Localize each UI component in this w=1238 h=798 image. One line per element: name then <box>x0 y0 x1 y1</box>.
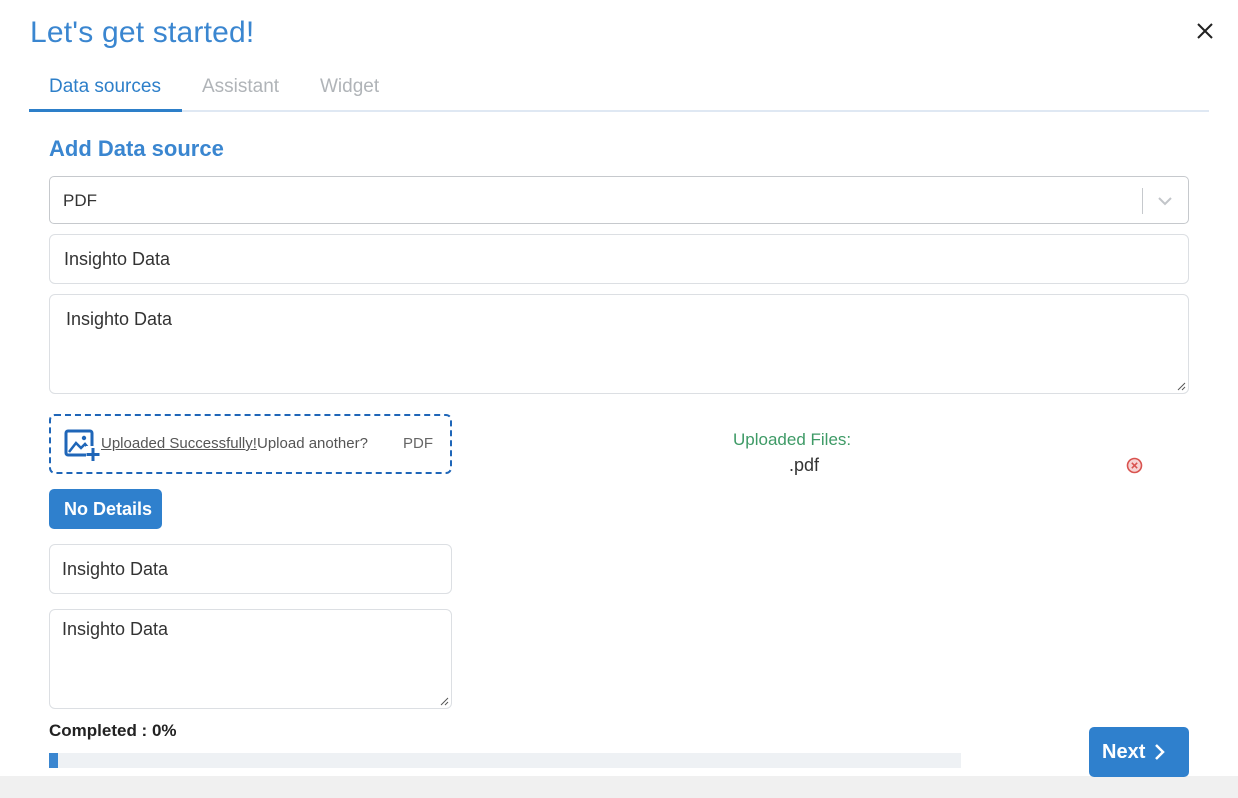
next-button-label: Next <box>1102 741 1146 763</box>
remove-file-icon[interactable] <box>1126 457 1143 474</box>
progress-label: Completed : 0% <box>49 721 177 740</box>
description-textarea-value: Insighto Data <box>66 309 173 329</box>
name-input-value: Insighto Data <box>64 249 171 269</box>
no-details-button-label: No Details <box>64 499 153 519</box>
chevron-right-icon <box>1155 744 1165 760</box>
uploaded-file-name: .pdf <box>789 455 820 475</box>
modal-title: Let's get started! <box>30 16 255 49</box>
select-separator <box>1142 188 1143 214</box>
chevron-down-icon[interactable] <box>1156 192 1174 210</box>
tab-bar: Data sources Assistant Widget <box>29 68 1209 112</box>
tab-data-sources[interactable]: Data sources <box>49 76 161 98</box>
detail-description-textarea[interactable]: Insighto Data <box>49 609 452 709</box>
resize-handle-icon[interactable] <box>439 696 449 706</box>
description-textarea[interactable]: Insighto Data <box>49 294 1189 394</box>
source-type-select[interactable]: PDF <box>49 176 1189 224</box>
add-image-icon <box>64 429 100 462</box>
tab-widget[interactable]: Widget <box>320 76 379 98</box>
upload-success-link[interactable]: Uploaded Successfully! <box>101 435 257 452</box>
detail-name-input-value: Insighto Data <box>62 559 169 579</box>
name-input[interactable]: Insighto Data <box>49 234 1189 284</box>
onboarding-modal: Let's get started! Data sources Assistan… <box>0 0 1238 777</box>
file-upload-dropzone[interactable]: Uploaded Successfully! Upload another? P… <box>49 414 452 474</box>
active-tab-indicator <box>29 109 182 112</box>
uploaded-files-label: Uploaded Files: <box>733 430 852 449</box>
next-button[interactable]: Next <box>1089 727 1189 777</box>
tab-assistant[interactable]: Assistant <box>202 76 279 98</box>
section-title: Add Data source <box>49 136 224 161</box>
upload-another-text: Upload another? <box>257 435 368 452</box>
progress-bar <box>49 753 961 768</box>
resize-handle-icon[interactable] <box>1176 381 1186 391</box>
source-type-value: PDF <box>63 191 97 210</box>
close-icon[interactable] <box>1194 20 1216 42</box>
detail-description-textarea-value: Insighto Data <box>62 619 169 639</box>
upload-file-type: PDF <box>403 435 433 452</box>
progress-bar-fill <box>49 753 59 768</box>
no-details-button[interactable]: No Details <box>49 489 162 529</box>
detail-name-input[interactable]: Insighto Data <box>49 544 452 594</box>
